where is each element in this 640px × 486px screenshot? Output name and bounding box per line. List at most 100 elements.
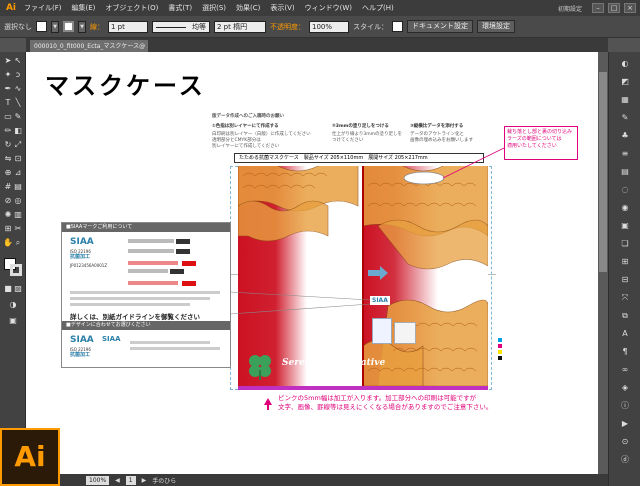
menu-file[interactable]: ファイル(F): [19, 3, 67, 13]
stroke-label[interactable]: 線：: [90, 22, 104, 32]
perspective-grid-icon[interactable]: ⊿: [13, 168, 23, 178]
close-button[interactable]: ×: [624, 3, 636, 13]
curvature-icon[interactable]: ∿: [13, 84, 23, 94]
menu-help[interactable]: ヘルプ(H): [357, 3, 399, 13]
stroke-color-icon[interactable]: [10, 264, 22, 276]
type-tool-icon[interactable]: T: [3, 98, 13, 108]
color-guide-icon[interactable]: ◩: [619, 76, 631, 88]
width-tool-icon[interactable]: ⇋: [3, 154, 13, 164]
transparency-icon[interactable]: ◌: [619, 184, 631, 196]
line-tool-icon[interactable]: ╲: [13, 98, 23, 108]
chevron-down-icon[interactable]: ▼: [78, 20, 86, 33]
preferences-button[interactable]: 環境設定: [477, 20, 515, 33]
status-bar: 100% ◀ 1 ▶ 手のひら: [26, 474, 608, 486]
draw-mode-icon[interactable]: ◑: [8, 300, 18, 310]
free-transform-icon[interactable]: ⊡: [13, 154, 23, 164]
opacity-field[interactable]: 100%: [309, 20, 349, 33]
attributes-icon[interactable]: ⊙: [619, 436, 631, 448]
chevron-down-icon[interactable]: ▼: [51, 20, 59, 33]
artboard-canvas[interactable]: マスクケース 版データ作成へのご入稿時のお願い ①色指は別レイヤーにて作成する …: [26, 52, 608, 474]
opacity-label[interactable]: 不透明度：: [270, 22, 305, 32]
paintbrush-icon[interactable]: ✎: [13, 112, 23, 122]
menu-window[interactable]: ウィンドウ(W): [300, 3, 357, 13]
siaa-logo: SIAA: [70, 237, 94, 247]
direct-selection-tool-icon[interactable]: ↖: [13, 56, 23, 66]
artboards-icon[interactable]: ⊞: [619, 256, 631, 268]
slice-tool-icon[interactable]: ✂: [13, 224, 23, 234]
links-icon[interactable]: ∞: [619, 364, 631, 376]
paragraph-icon[interactable]: ¶: [619, 346, 631, 358]
navigator-icon[interactable]: ◈: [619, 382, 631, 394]
profile-label: 均等: [192, 22, 206, 31]
swatches-icon[interactable]: ▦: [619, 94, 631, 106]
fill-swatch[interactable]: [36, 21, 47, 32]
pathfinder-icon[interactable]: ⧉: [619, 310, 631, 322]
menu-edit[interactable]: 編集(E): [67, 3, 101, 13]
screen-mode-icon[interactable]: ▣: [8, 316, 18, 326]
actions-icon[interactable]: ▶: [619, 418, 631, 430]
color-panel-icon[interactable]: ◐: [619, 58, 631, 70]
eyedropper-icon[interactable]: ⊘: [3, 196, 13, 206]
blend-tool-icon[interactable]: ◎: [13, 196, 23, 206]
info-icon[interactable]: ⓘ: [619, 400, 631, 412]
zoom-tool-icon[interactable]: ⌕: [13, 238, 23, 248]
symbol-sprayer-icon[interactable]: ✺: [3, 210, 13, 220]
selection-tool-icon[interactable]: ➤: [3, 56, 13, 66]
rotate-icon[interactable]: ↻: [3, 140, 13, 150]
color-mode-icon[interactable]: ■: [3, 284, 13, 294]
siaa-antibacterial: 抗菌加工: [70, 352, 91, 358]
stroke-weight-field[interactable]: 1 pt: [108, 20, 148, 33]
align-icon[interactable]: ⊟: [619, 274, 631, 286]
workspace-switcher[interactable]: 初期設定: [552, 4, 588, 13]
minimize-button[interactable]: –: [592, 3, 604, 13]
rectangle-tool-icon[interactable]: ▭: [3, 112, 13, 122]
app-icon[interactable]: Ai: [3, 1, 19, 15]
brushes-icon[interactable]: ✎: [619, 112, 631, 124]
gradient-panel-icon[interactable]: ▤: [619, 166, 631, 178]
zoom-field[interactable]: 100%: [86, 475, 110, 485]
layers-icon[interactable]: ❏: [619, 238, 631, 250]
artboard-number[interactable]: 1: [125, 475, 136, 485]
brush-definition[interactable]: 2 pt 楕円: [214, 20, 266, 33]
document-tab[interactable]: 000010_0_fit000_Ecta_マスクケース@ 100%: [30, 40, 148, 52]
gradient-mode-icon[interactable]: ▨: [13, 284, 23, 294]
artboard-tool-icon[interactable]: ⊞: [3, 224, 13, 234]
scrollbar-thumb[interactable]: [599, 72, 607, 272]
stroke-swatch[interactable]: [63, 21, 74, 32]
graphic-styles-icon[interactable]: ▣: [619, 220, 631, 232]
illustrator-logo: Ai: [0, 428, 60, 486]
document-setup-button[interactable]: ドキュメント設定: [407, 20, 473, 33]
vertical-scrollbar[interactable]: [598, 52, 608, 474]
shape-builder-icon[interactable]: ⊕: [3, 168, 13, 178]
maximize-button[interactable]: □: [608, 3, 620, 13]
chevron-left-icon[interactable]: ◀: [115, 477, 120, 484]
stroke-panel-icon[interactable]: ≡: [619, 148, 631, 160]
character-icon[interactable]: A: [619, 328, 631, 340]
appearance-icon[interactable]: ◉: [619, 202, 631, 214]
menu-object[interactable]: オブジェクト(O): [100, 3, 163, 13]
selection-status: 選択なし: [4, 22, 32, 31]
eraser-icon[interactable]: ◧: [13, 126, 23, 136]
transform-icon[interactable]: ⤧: [619, 292, 631, 304]
chevron-right-icon[interactable]: ▶: [142, 477, 147, 484]
graph-tool-icon[interactable]: ▥: [13, 210, 23, 220]
pencil-icon[interactable]: ✏: [3, 126, 13, 136]
mesh-tool-icon[interactable]: #: [3, 182, 13, 192]
document-info-icon[interactable]: ⓓ: [619, 454, 631, 466]
menu-effect[interactable]: 効果(C): [231, 3, 265, 13]
menu-view[interactable]: 表示(V): [265, 3, 299, 13]
style-swatch[interactable]: [392, 21, 403, 32]
pen-tool-icon[interactable]: ✒: [3, 84, 13, 94]
lasso-icon[interactable]: ↄ: [13, 70, 23, 80]
design-select-header: ■デザインに合わせてお選びください: [62, 321, 230, 330]
menu-select[interactable]: 選択(S): [197, 3, 231, 13]
menu-type[interactable]: 書式(T): [163, 3, 197, 13]
processing-note-line: 文字、画像、罫線等は見えにくくなる場合がありますのでご注意下さい。: [278, 403, 493, 411]
magic-wand-icon[interactable]: ✦: [3, 70, 13, 80]
symbols-icon[interactable]: ♣: [619, 130, 631, 142]
variable-width-profile[interactable]: 均等: [152, 20, 210, 33]
hand-tool-icon[interactable]: ✋: [3, 238, 13, 248]
gradient-tool-icon[interactable]: ▤: [13, 182, 23, 192]
document-tab-bar: 000010_0_fit000_Ecta_マスクケース@ 100%: [26, 38, 608, 52]
scale-icon[interactable]: ⤢: [13, 140, 23, 150]
